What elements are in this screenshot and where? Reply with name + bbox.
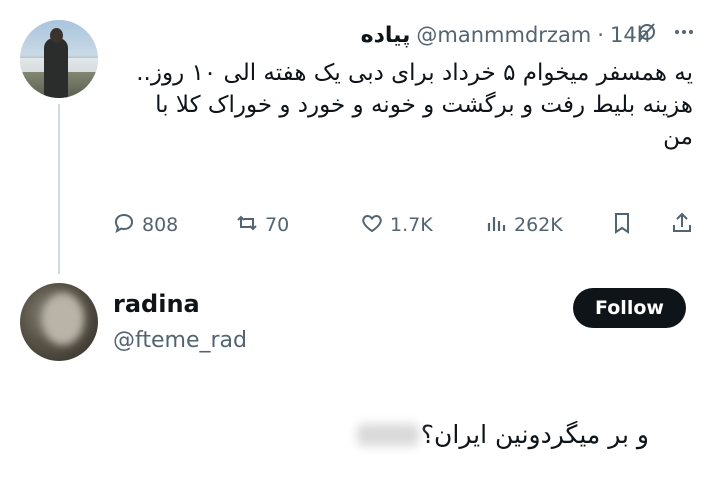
repost-button[interactable]: 70	[235, 211, 289, 240]
reply-button[interactable]: 808	[112, 211, 178, 240]
avatar-person	[44, 38, 68, 98]
reply-handle[interactable]: @fteme_rad	[113, 328, 247, 353]
reply-text: و بر میگردونین ایران؟	[420, 420, 649, 449]
reply-name[interactable]: radina	[113, 290, 200, 318]
reply-text-block: و بر میگردونین ایران؟	[356, 420, 649, 449]
avatar-blurred-face	[42, 293, 84, 345]
views-count: 262K	[514, 214, 563, 236]
author-avatar[interactable]	[20, 20, 98, 98]
heart-icon	[360, 211, 384, 240]
views-button[interactable]: 262K	[484, 211, 563, 240]
tweet-line-2: هزینه بلیط رفت و برگشت و خونه و خورد و خ…	[155, 92, 693, 150]
avatar-head	[50, 28, 63, 43]
reply-count: 808	[142, 214, 179, 236]
reply-icon	[112, 211, 136, 240]
more-dots-icon[interactable]	[673, 21, 695, 48]
like-button[interactable]: 1.7K	[360, 211, 433, 240]
tweet-header: پیاده @manmmdrzam · 14h	[361, 18, 650, 52]
tweet-text: یه همسفر میخوام ۵ خرداد برای دبی یک هفته…	[123, 57, 693, 153]
repost-icon	[235, 211, 259, 240]
views-icon	[484, 211, 508, 240]
author-name[interactable]: پیاده	[361, 23, 411, 48]
header-separator: ·	[597, 23, 604, 47]
like-count: 1.7K	[390, 214, 433, 236]
author-handle[interactable]: @manmmdrzam	[416, 23, 591, 47]
bookmark-button[interactable]	[610, 211, 634, 240]
repost-count: 70	[265, 214, 290, 236]
tweet-line-1: یه همسفر میخوام ۵ خرداد برای دبی یک هفته…	[136, 60, 693, 86]
share-button[interactable]	[670, 211, 694, 240]
share-icon	[670, 211, 694, 240]
grok-slash-icon[interactable]	[635, 20, 659, 49]
follow-button[interactable]: Follow	[573, 288, 686, 328]
redacted-word	[356, 423, 419, 446]
thread-line	[58, 104, 60, 274]
bookmark-icon	[610, 211, 634, 240]
header-icons	[635, 20, 695, 49]
reply-avatar[interactable]	[20, 283, 98, 361]
tweet-actions: 808 70 1.7K 262K	[112, 207, 697, 243]
